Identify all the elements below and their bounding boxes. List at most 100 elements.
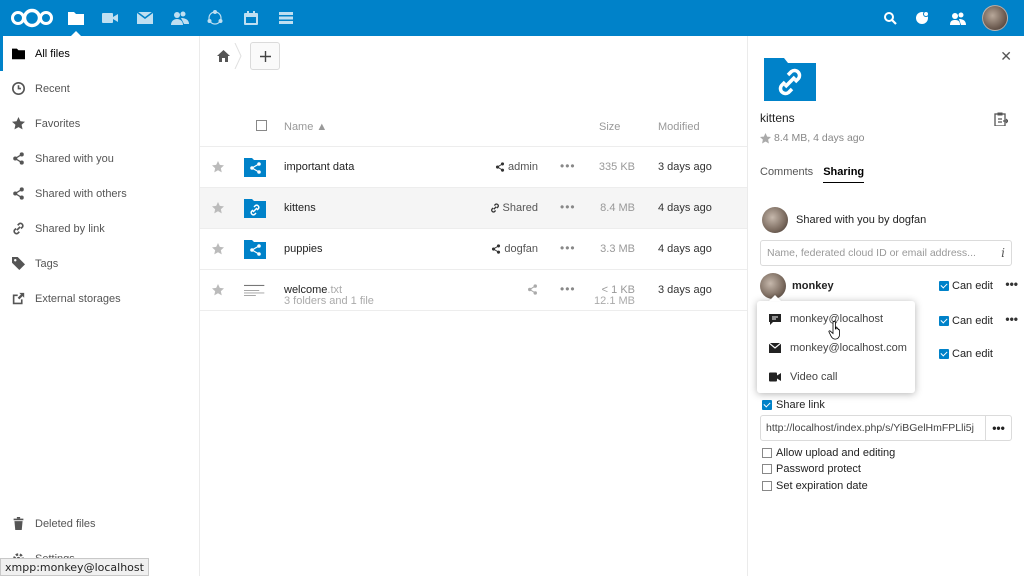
file-modified: 4 days ago — [658, 202, 712, 214]
breadcrumb — [214, 43, 242, 69]
nav-item-recent[interactable]: Recent — [0, 71, 199, 106]
sidebar-tabs: Comments Sharing — [760, 166, 865, 183]
file-list-header: Name ▲ Size Modified — [200, 106, 747, 147]
file-row[interactable]: puppies dogfan ••• 3.3 MB 4 days ago — [200, 229, 747, 270]
info-icon[interactable]: i — [1001, 246, 1005, 260]
shared-by-info: Shared with you by dogfan — [762, 207, 926, 233]
file-size: 8.4 MB — [600, 202, 635, 214]
nav-item-favorites[interactable]: Favorites — [0, 106, 199, 141]
file-modified: 3 days ago — [658, 161, 712, 173]
contacts-menu-icon[interactable] — [943, 0, 973, 36]
recipient-name[interactable]: monkey — [792, 280, 834, 292]
password-protect-checkbox[interactable]: Password protect — [762, 463, 861, 475]
shared-folder-icon — [244, 240, 266, 259]
calendar-app-icon[interactable] — [233, 0, 269, 36]
nav-item-external-storages[interactable]: External storages — [0, 281, 199, 316]
header-bar — [0, 0, 1024, 36]
recipient-menu-button[interactable]: ••• — [1005, 277, 1018, 291]
file-actions-menu-button[interactable]: ••• — [560, 241, 576, 255]
column-size-header[interactable]: Size — [599, 121, 620, 133]
nav-item-shared-by-link[interactable]: Shared by link — [0, 211, 199, 246]
mail-app-icon[interactable] — [127, 0, 163, 36]
clock-icon — [11, 82, 25, 96]
column-name-header[interactable]: Name ▲ — [284, 121, 327, 133]
status-bar-tooltip: xmpp:monkey@localhost — [0, 558, 149, 576]
home-icon[interactable] — [214, 47, 232, 65]
summary-count: 3 folders and 1 file — [284, 295, 374, 307]
sidebar-file-title: kittens — [760, 111, 795, 125]
file-name[interactable]: important data — [284, 161, 354, 173]
favorite-star-icon[interactable] — [212, 202, 224, 214]
mail-icon — [769, 342, 781, 353]
external-icon — [11, 292, 25, 306]
nextcloud-logo-icon[interactable] — [10, 7, 54, 32]
nav-item-shared-with-you[interactable]: Shared with you — [0, 141, 199, 176]
link-menu-button[interactable]: ••• — [985, 416, 1011, 440]
share-link-checkbox[interactable]: Share link — [762, 399, 825, 411]
nav-item-label: Recent — [35, 82, 70, 95]
nav-item-tags[interactable]: Tags — [0, 246, 199, 281]
nav-item-all-files[interactable]: All files — [0, 36, 199, 71]
breadcrumb-separator-icon — [234, 43, 242, 69]
nav-item-label: Shared by link — [35, 222, 105, 235]
nav-item-deleted-files[interactable]: Deleted files — [0, 506, 199, 541]
sidebar-file-meta: 8.4 MB, 4 days ago — [760, 132, 864, 144]
can-edit-checkbox[interactable]: Can edit — [939, 280, 993, 292]
star-icon[interactable] — [760, 132, 771, 144]
tab-sharing[interactable]: Sharing — [823, 166, 865, 183]
tab-comments[interactable]: Comments — [760, 166, 813, 183]
column-modified-header[interactable]: Modified — [658, 121, 700, 133]
favorite-star-icon[interactable] — [212, 161, 224, 173]
contact-popover-menu: monkey@localhost monkey@localhost.com Vi… — [757, 301, 915, 393]
allow-upload-checkbox[interactable]: Allow upload and editing — [762, 447, 895, 459]
file-modified: 4 days ago — [658, 243, 712, 255]
file-row[interactable]: kittens Shared ••• 8.4 MB 4 days ago — [200, 188, 747, 229]
notifications-icon[interactable] — [907, 0, 937, 36]
share-status[interactable]: admin — [495, 161, 538, 173]
share-status[interactable]: Shared — [490, 202, 538, 214]
user-avatar[interactable] — [982, 5, 1008, 31]
nav-item-shared-with-others[interactable]: Shared with others — [0, 176, 199, 211]
close-icon[interactable]: ✕ — [1000, 48, 1012, 65]
share-with-input[interactable]: Name, federated cloud ID or email addres… — [760, 240, 1012, 266]
trash-icon — [11, 517, 25, 531]
circles-app-icon[interactable] — [197, 0, 233, 36]
video-app-icon[interactable] — [92, 0, 128, 36]
tag-icon — [11, 257, 25, 271]
file-actions-menu-button[interactable]: ••• — [560, 200, 576, 214]
link-folder-icon — [244, 199, 266, 218]
file-list-area: Name ▲ Size Modified important data admi… — [200, 36, 747, 576]
expiration-date-checkbox[interactable]: Set expiration date — [762, 480, 868, 492]
summary-size: 12.1 MB — [594, 295, 635, 307]
can-edit-checkbox[interactable]: Can edit — [939, 348, 993, 360]
link-folder-icon — [764, 58, 816, 101]
nav-item-label: Shared with you — [35, 152, 114, 165]
file-name[interactable]: puppies — [284, 243, 323, 255]
select-all-checkbox[interactable] — [256, 120, 267, 131]
popover-item-video-call[interactable]: Video call — [757, 363, 915, 391]
deck-app-icon[interactable] — [268, 0, 304, 36]
nav-item-label: All files — [35, 47, 70, 60]
files-app-icon[interactable] — [58, 0, 94, 36]
favorite-star-icon[interactable] — [212, 243, 224, 255]
recipient-menu-button[interactable]: ••• — [1005, 312, 1018, 326]
star-icon — [11, 117, 25, 131]
can-edit-checkbox[interactable]: Can edit — [939, 315, 993, 327]
hand-cursor-icon — [828, 321, 840, 340]
search-icon[interactable] — [875, 0, 905, 36]
avatar — [762, 207, 788, 233]
share-icon — [492, 244, 501, 254]
app-navigation: All files Recent Favorites Shared with y… — [0, 36, 200, 576]
contacts-app-icon[interactable] — [162, 0, 198, 36]
file-size: 3.3 MB — [600, 243, 635, 255]
file-name[interactable]: kittens — [284, 202, 316, 214]
new-file-button[interactable] — [250, 42, 280, 70]
clipboard-icon[interactable] — [994, 112, 1008, 126]
share-link-url-field[interactable]: http://localhost/index.php/s/YiBGelHmFPL… — [760, 415, 1012, 441]
share-recipient-row: monkey Can edit ••• — [760, 273, 1018, 299]
folder-icon — [11, 47, 25, 61]
file-row[interactable]: important data admin ••• 335 KB 3 days a… — [200, 147, 747, 188]
share-status[interactable]: dogfan — [491, 243, 538, 255]
nav-item-label: Favorites — [35, 117, 81, 130]
file-actions-menu-button[interactable]: ••• — [560, 159, 576, 173]
